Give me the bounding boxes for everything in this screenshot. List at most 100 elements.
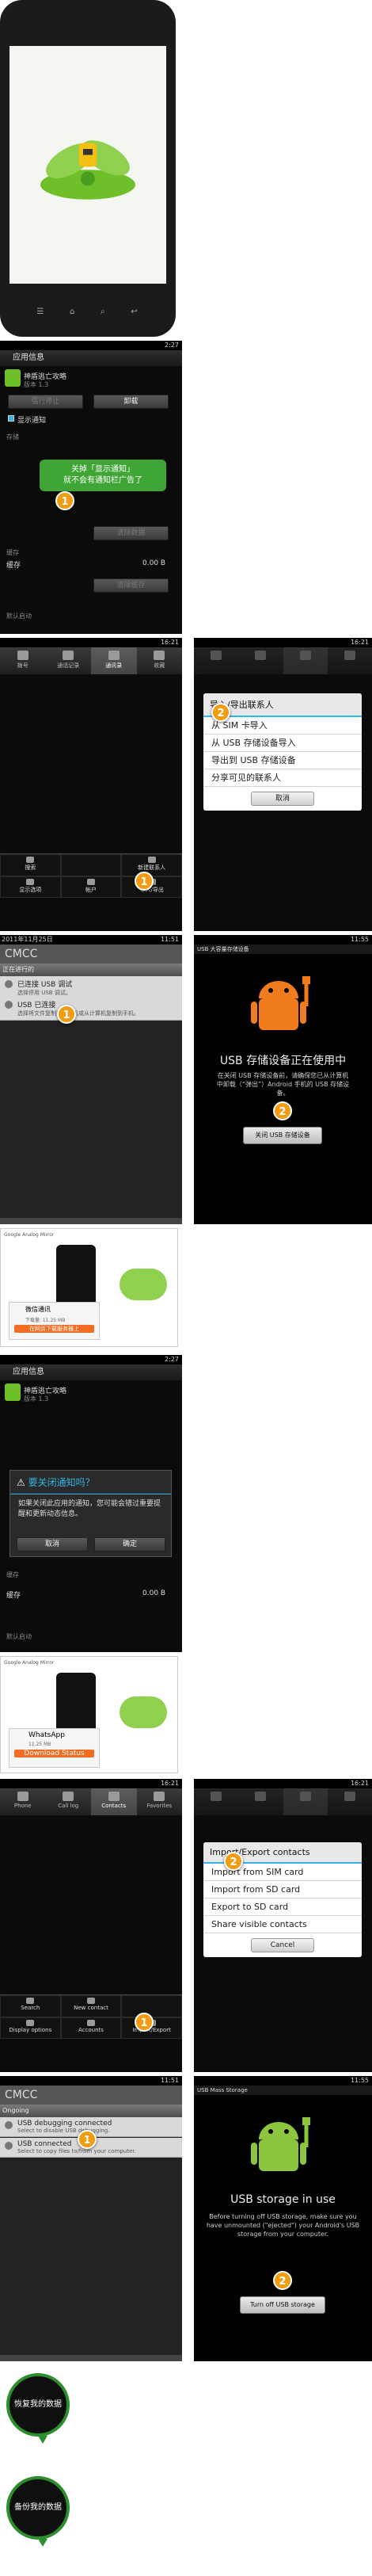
carrier-bar: CMCC [0, 945, 182, 964]
ongoing-header: 正在进行的 [0, 964, 182, 976]
tab-favorites[interactable]: Favorites [137, 1788, 183, 1815]
tab-contacts[interactable]: Contacts [91, 1788, 137, 1815]
menu-accounts[interactable]: 帐户 [60, 876, 122, 898]
contacts-icon [108, 651, 120, 660]
menu-search[interactable]: 搜索 [0, 854, 61, 876]
download-card: WhatsApp 11.25 MB Download Status [9, 1728, 100, 1768]
cancel-button[interactable]: 取消 [251, 792, 314, 806]
status-bar: 16:21 [0, 1779, 182, 1788]
screen-usb-notif-en: 11:51 CMCC Ongoing USB debugging connect… [0, 2076, 182, 2361]
menu-search[interactable]: Search [0, 1995, 61, 2017]
menu-accounts[interactable]: Accounts [60, 2017, 122, 2039]
usb-body: 在关闭 USB 存储设备前，请确保您已从计算机中卸载（“弹出”）Android … [216, 1072, 350, 1097]
status-bar: 2011年11月25日 11:51 [0, 935, 182, 945]
status-bar: 16:21 [0, 638, 182, 647]
step-badge: 2 [211, 703, 230, 722]
page-title: 应用信息 [0, 1364, 182, 1380]
menu-new-contact[interactable]: 新建联系人 [121, 854, 182, 876]
step-badge: 2 [273, 1101, 292, 1120]
uninstall-button[interactable]: 卸载 [93, 395, 169, 409]
usb-heading: USB 存储设备正在使用中 [219, 1055, 347, 1067]
option-share-visible[interactable]: 分享可见的联系人 [203, 769, 362, 787]
option-share-visible[interactable]: Share visible contacts [203, 1916, 362, 1933]
options-menu: 搜索 新建联系人 显示选项 帐户 导入/导出 [0, 853, 182, 898]
usb-debug-icon [5, 980, 13, 988]
display-icon [26, 2019, 35, 2026]
ad-banner-cn: Google Analog Mirror 微信通讯 下载量: 11.25 MB … [0, 1228, 178, 1347]
cache-label: 缓存 [6, 1592, 21, 1600]
backup-data-label: 备份我的数据 [14, 2503, 62, 2512]
step-badge: 1 [135, 872, 154, 891]
contacts-tabs-dimmed [194, 647, 372, 674]
option-import-sim[interactable]: 从 SIM 卡导入 [203, 717, 362, 735]
ad-item-sub: 下载量: 11.25 MB [25, 1318, 66, 1323]
tab-favorites[interactable]: 收藏 [137, 647, 183, 674]
show-notifications-checkbox[interactable] [8, 415, 14, 422]
screen-usb-storage-en: 11:55 USB Mass Storage USB storage in us… [194, 2076, 372, 2361]
cache-value: 0.00 B [142, 1589, 166, 1597]
force-stop-button[interactable]: 强行停止 [8, 395, 83, 409]
option-import-usb[interactable]: 从 USB 存储设备导入 [203, 735, 362, 752]
ongoing-header: Ongoing [0, 2105, 182, 2117]
tab-call-log[interactable]: Call log [46, 1788, 92, 1815]
screen-import-en: 16:21 Import/Export contacts Import from… [194, 1779, 372, 2072]
bubble-tail [38, 2539, 47, 2547]
drag-handle[interactable] [0, 2355, 182, 2361]
cancel-button[interactable]: 取消 [17, 1537, 88, 1551]
home-key-icon: ⌂ [69, 307, 75, 316]
android-usb-orange-icon [251, 976, 310, 1030]
clear-data-button[interactable]: 清除数据 [93, 526, 169, 540]
usb-heading: USB storage in use [230, 2193, 336, 2206]
page-title: 应用信息 [0, 350, 182, 366]
warning-icon: ⚠ [17, 1477, 25, 1488]
download-status-button[interactable]: Download Status [14, 1750, 94, 1757]
tab-phone[interactable]: Phone [0, 1788, 46, 1815]
cache-header: 缓存 [6, 1571, 19, 1578]
usb-body: Before turning off USB storage, make sur… [206, 2213, 360, 2238]
beans-image [120, 1269, 167, 1300]
turn-off-usb-button[interactable]: Turn off USB storage [240, 2296, 325, 2314]
screen-import-cn: 16:21 导入/导出联系人 从 SIM 卡导入 从 USB 存储设备导入 导出… [194, 638, 372, 931]
display-icon [26, 878, 35, 885]
app-icon [5, 1383, 21, 1401]
turn-off-usb-button[interactable]: 关闭 USB 存储设备 [243, 1127, 322, 1144]
option-export-sd[interactable]: Export to SD card [203, 1899, 362, 1916]
option-import-sd[interactable]: Import from SD card [203, 1881, 362, 1899]
step-badge: 2 [273, 2271, 292, 2290]
search-icon [26, 857, 35, 863]
notification-usb-connected[interactable]: USB 已连接 选择将文件复制到计算机或从计算机复制到手机。 [0, 997, 182, 1021]
clear-cache-button[interactable]: 清除缓存 [93, 578, 169, 593]
cache-value: 0.00 B [142, 559, 166, 567]
option-export-usb[interactable]: 导出到 USB 存储设备 [203, 752, 362, 769]
cancel-button[interactable]: Cancel [251, 1938, 314, 1952]
phone-icon [17, 1792, 28, 1801]
screen-usb-storage-cn: 11:55 USB 大容量存储设备 USB 存储设备正在使用中 在关闭 USB … [194, 935, 372, 1224]
restore-data-label: 恢复我的数据 [14, 2400, 62, 2409]
call-log-icon [63, 651, 74, 660]
dialog-title: USB Mass Storage [194, 2086, 372, 2095]
beans-image [120, 1696, 167, 1728]
contacts-icon [108, 1792, 120, 1801]
search-key-icon: ⌕ [100, 307, 105, 316]
tab-call-log[interactable]: 通话记录 [46, 647, 92, 674]
restore-data-bubble: 恢复我的数据 [6, 2373, 70, 2444]
menu-new-contact[interactable]: New contact [60, 1995, 122, 2017]
tab-contacts[interactable]: 通讯录 [91, 647, 137, 674]
contacts-tabs: 拨号 通话记录 通讯录 收藏 [0, 647, 182, 674]
dialog-body: 如果关闭此应用的通知，您可能会错过重要提醒和更新动态信息。 [18, 1500, 161, 1518]
ok-button[interactable]: 确定 [94, 1537, 165, 1551]
phone-icon [17, 651, 28, 660]
phone-illustration: ☰ ⌂ ⌕ ↩ [0, 0, 176, 337]
menu-display-options[interactable]: Display options [0, 2017, 61, 2039]
banner-title: Google Analog Mirror [4, 1232, 55, 1238]
menu-display-options[interactable]: 显示选项 [0, 876, 61, 898]
status-bar: 11:55 [194, 935, 372, 945]
cache-label: 缓存 [6, 562, 21, 570]
phone-nav-buttons: ☰ ⌂ ⌕ ↩ [24, 307, 150, 317]
add-contact-icon [86, 1998, 95, 2004]
app-version: 版本 1.3 [24, 381, 49, 388]
tab-dialer[interactable]: 拨号 [0, 647, 46, 674]
carrier-bar: CMCC [0, 2086, 182, 2105]
drag-handle[interactable] [0, 1218, 182, 1224]
ad-download-button[interactable]: 在网页下载服务器上 [14, 1325, 94, 1333]
